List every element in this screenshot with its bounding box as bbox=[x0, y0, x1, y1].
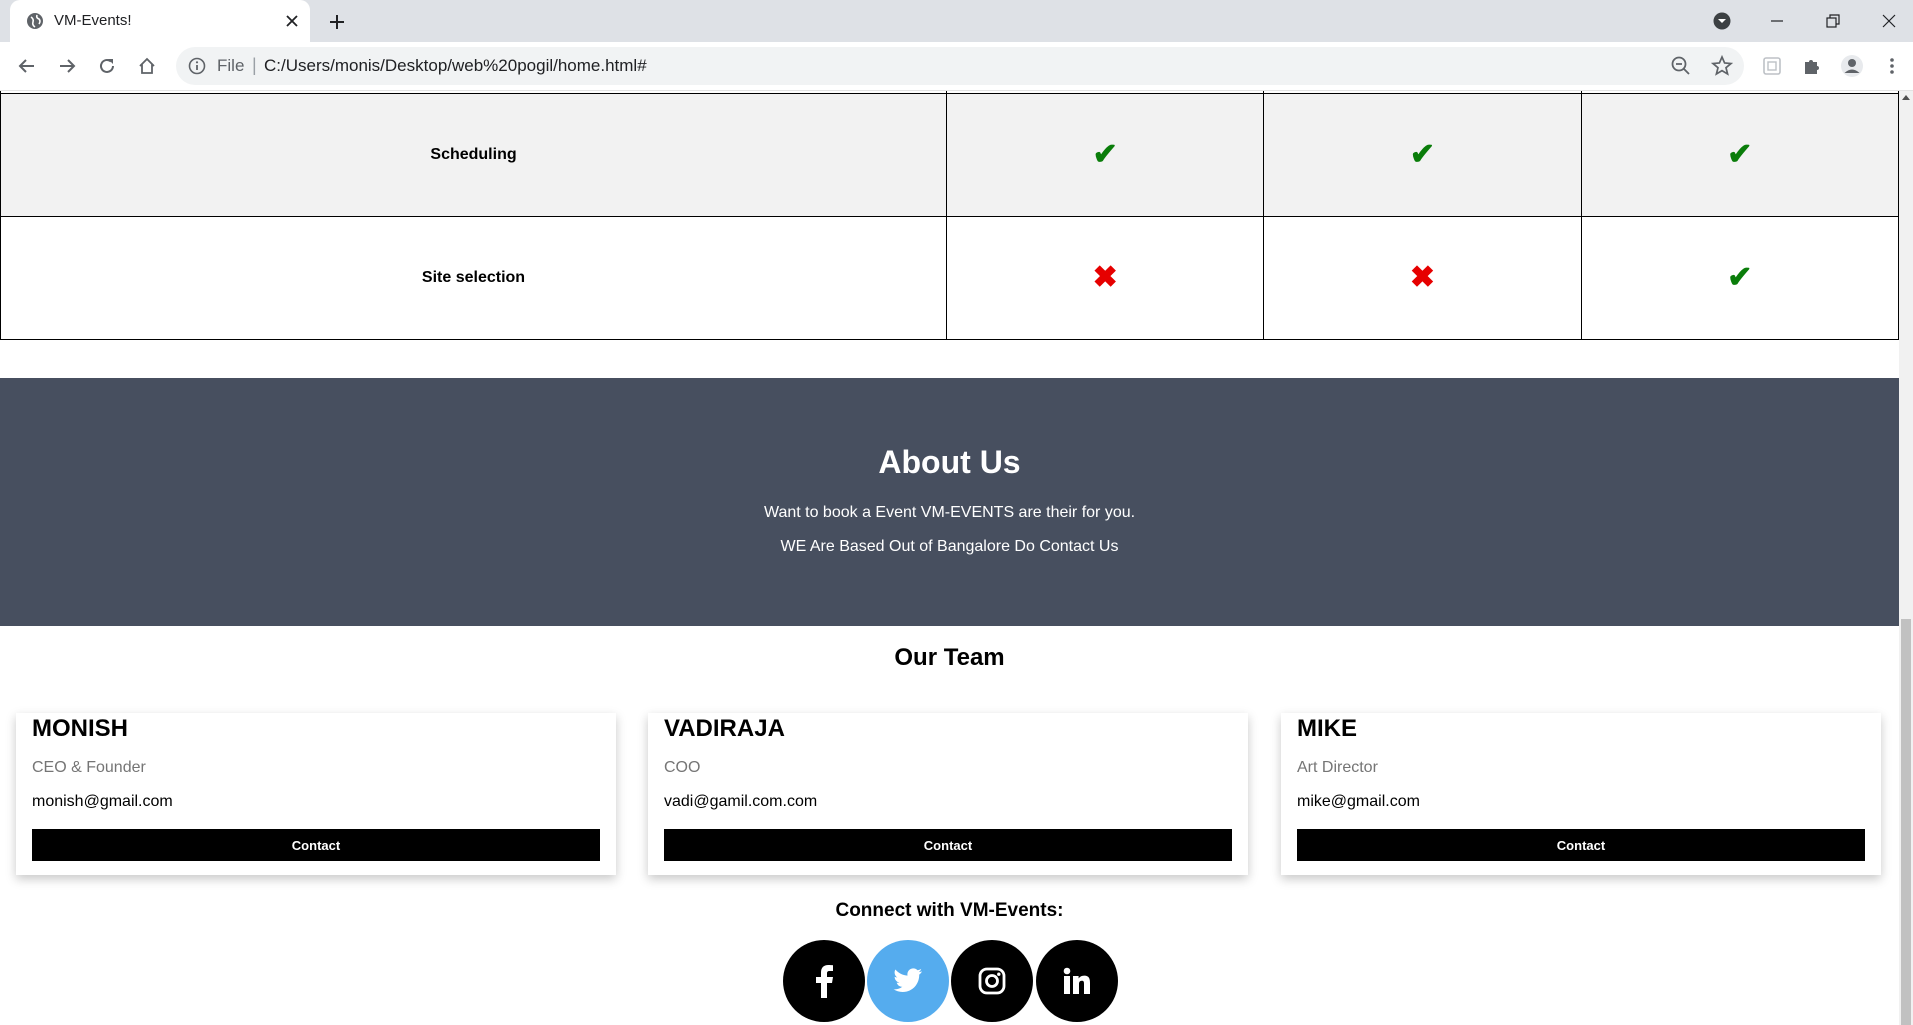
member-email: mike@gmail.com bbox=[1297, 793, 1420, 810]
member-email: vadi@gamil.com.com bbox=[664, 793, 818, 810]
member-name: MONISH bbox=[32, 715, 128, 742]
about-title: About Us bbox=[878, 444, 1021, 480]
contact-button[interactable]: Contact bbox=[32, 829, 600, 861]
reload-icon[interactable] bbox=[93, 52, 121, 80]
page-viewport: Scheduling ✔ ✔ ✔ Site selection ✖ ✖ ✔ Ab… bbox=[0, 91, 1899, 1025]
member-role: CEO & Founder bbox=[32, 759, 146, 776]
tab-vm-events[interactable]: VM-Events! bbox=[10, 0, 310, 42]
member-role: Art Director bbox=[1297, 759, 1378, 776]
forward-icon[interactable] bbox=[53, 52, 81, 80]
check-icon: ✔ bbox=[1409, 138, 1436, 171]
new-tab-icon[interactable] bbox=[324, 9, 350, 35]
team-title: Our Team bbox=[894, 644, 1005, 671]
tab-title: VM-Events! bbox=[54, 12, 132, 29]
check-icon: ✔ bbox=[1727, 138, 1753, 171]
cross-icon: ✖ bbox=[1409, 261, 1436, 294]
close-tab-icon[interactable] bbox=[280, 9, 304, 33]
member-email: monish@gmail.com bbox=[32, 793, 173, 810]
restore-icon[interactable] bbox=[1820, 8, 1846, 34]
bookmark-star-icon[interactable] bbox=[1710, 54, 1734, 78]
linkedin-icon[interactable] bbox=[1036, 940, 1118, 1022]
zoom-icon[interactable] bbox=[1670, 55, 1692, 77]
minimize-icon[interactable] bbox=[1764, 8, 1790, 34]
team-card-vadiraja: VADIRAJA COO vadi@gamil.com.com Contact bbox=[648, 713, 1248, 875]
about-text-line-2: WE Are Based Out of Bangalore Do Contact… bbox=[780, 538, 1119, 555]
url-separator: | bbox=[252, 55, 257, 75]
member-role: COO bbox=[664, 759, 701, 776]
address-bar[interactable]: File | C:/Users/monis/Desktop/web%20pogi… bbox=[176, 47, 1744, 85]
feature-label: Scheduling bbox=[0, 93, 948, 217]
check-icon: ✔ bbox=[1727, 261, 1753, 294]
cross-icon: ✖ bbox=[1092, 261, 1118, 294]
back-icon[interactable] bbox=[13, 52, 41, 80]
url-text[interactable]: C:/Users/monis/Desktop/web%20pogil/home.… bbox=[264, 56, 647, 76]
scroll-up-arrow-icon[interactable] bbox=[1902, 95, 1910, 100]
team-card-mike: MIKE Art Director mike@gmail.com Contact bbox=[1281, 713, 1881, 875]
profile-avatar-icon[interactable] bbox=[1838, 52, 1866, 80]
info-icon[interactable] bbox=[188, 57, 206, 75]
twitter-icon[interactable] bbox=[867, 940, 949, 1022]
team-card-monish: MONISH CEO & Founder monish@gmail.com Co… bbox=[16, 713, 616, 875]
url-scheme-label: File bbox=[217, 56, 245, 75]
vertical-scrollbar[interactable] bbox=[1899, 91, 1913, 1025]
about-section: About Us Want to book a Event VM-EVENTS … bbox=[0, 378, 1899, 626]
connect-title: Connect with VM-Events: bbox=[835, 900, 1064, 921]
features-comparison-table: Scheduling ✔ ✔ ✔ Site selection ✖ ✖ ✔ bbox=[0, 91, 1899, 340]
tab-strip: VM-Events! bbox=[0, 0, 1913, 42]
browser-toolbar: File | C:/Users/monis/Desktop/web%20pogi… bbox=[0, 42, 1913, 91]
scrollbar-thumb[interactable] bbox=[1901, 619, 1911, 1025]
facebook-icon[interactable] bbox=[783, 940, 865, 1022]
member-name: VADIRAJA bbox=[664, 715, 785, 742]
instagram-icon[interactable] bbox=[951, 940, 1033, 1022]
menu-kebab-icon[interactable] bbox=[1878, 52, 1906, 80]
globe-icon bbox=[26, 12, 44, 30]
home-icon[interactable] bbox=[133, 52, 161, 80]
contact-button[interactable]: Contact bbox=[1297, 829, 1865, 861]
extension-box-icon[interactable] bbox=[1758, 52, 1786, 80]
table-row: Site selection ✖ ✖ ✔ bbox=[0, 216, 1899, 340]
contact-button[interactable]: Contact bbox=[664, 829, 1232, 861]
extensions-puzzle-icon[interactable] bbox=[1798, 52, 1826, 80]
about-text-line-1: Want to book a Event VM-EVENTS are their… bbox=[763, 504, 1136, 521]
tab-search-icon[interactable] bbox=[1709, 8, 1735, 34]
check-icon: ✔ bbox=[1092, 138, 1118, 171]
member-name: MIKE bbox=[1297, 715, 1357, 742]
feature-label: Site selection bbox=[0, 216, 948, 340]
close-window-icon[interactable] bbox=[1876, 8, 1902, 34]
table-row: Scheduling ✔ ✔ ✔ bbox=[0, 93, 1899, 217]
